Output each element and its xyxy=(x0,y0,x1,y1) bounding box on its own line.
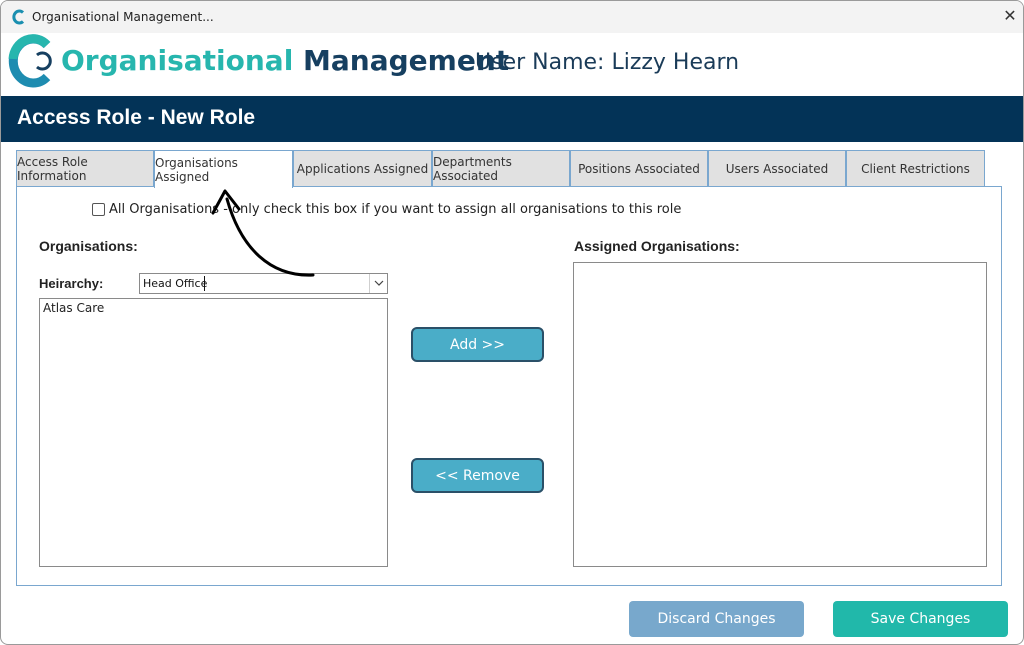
all-organisations-label: All Organisations - only check this box … xyxy=(109,202,682,217)
brand-name-part1: Organisational xyxy=(61,44,294,77)
hierarchy-label: Heirarchy: xyxy=(39,276,104,291)
title-bar: Organisational Management... ✕ xyxy=(1,1,1023,33)
text-caret xyxy=(204,276,205,291)
discard-changes-button[interactable]: Discard Changes xyxy=(629,601,804,637)
window-title: Organisational Management... xyxy=(32,10,214,24)
tab-positions-associated[interactable]: Positions Associated xyxy=(570,150,708,187)
close-icon[interactable]: ✕ xyxy=(999,5,1021,27)
organisations-heading: Organisations: xyxy=(39,238,138,254)
page-title: Access Role - New Role xyxy=(17,106,256,129)
save-changes-button[interactable]: Save Changes xyxy=(833,601,1008,637)
brand-logo-icon xyxy=(8,34,52,88)
assigned-organisations-heading: Assigned Organisations: xyxy=(574,238,740,254)
tab-applications-assigned[interactable]: Applications Assigned xyxy=(293,150,432,187)
c-logo-icon xyxy=(12,9,25,25)
tab-organisations-assigned[interactable]: Organisations Assigned xyxy=(154,150,293,188)
chevron-down-icon xyxy=(374,280,384,286)
username-label: User Name: Lizzy Hearn xyxy=(475,50,740,75)
hierarchy-dropdown[interactable]: Head Office xyxy=(139,273,388,294)
dropdown-button[interactable] xyxy=(369,274,387,293)
hierarchy-selected-value: Head Office xyxy=(143,277,208,290)
list-item[interactable]: Atlas Care xyxy=(43,301,104,315)
tab-departments-associated[interactable]: Departments Associated xyxy=(432,150,570,187)
app-window: Organisational Management... ✕ Organisat… xyxy=(0,0,1024,645)
all-organisations-checkbox[interactable] xyxy=(92,203,105,216)
page-banner: Access Role - New Role xyxy=(1,96,1023,142)
tab-access-role-information[interactable]: Access Role Information xyxy=(16,150,154,187)
tab-client-restrictions[interactable]: Client Restrictions xyxy=(846,150,985,187)
organisations-list[interactable]: Atlas Care xyxy=(39,298,388,567)
brand-name: Organisational Management xyxy=(61,44,509,77)
assigned-organisations-list[interactable] xyxy=(573,262,987,567)
tab-users-associated[interactable]: Users Associated xyxy=(708,150,846,187)
remove-button[interactable]: << Remove xyxy=(411,458,544,493)
add-button[interactable]: Add >> xyxy=(411,327,544,362)
